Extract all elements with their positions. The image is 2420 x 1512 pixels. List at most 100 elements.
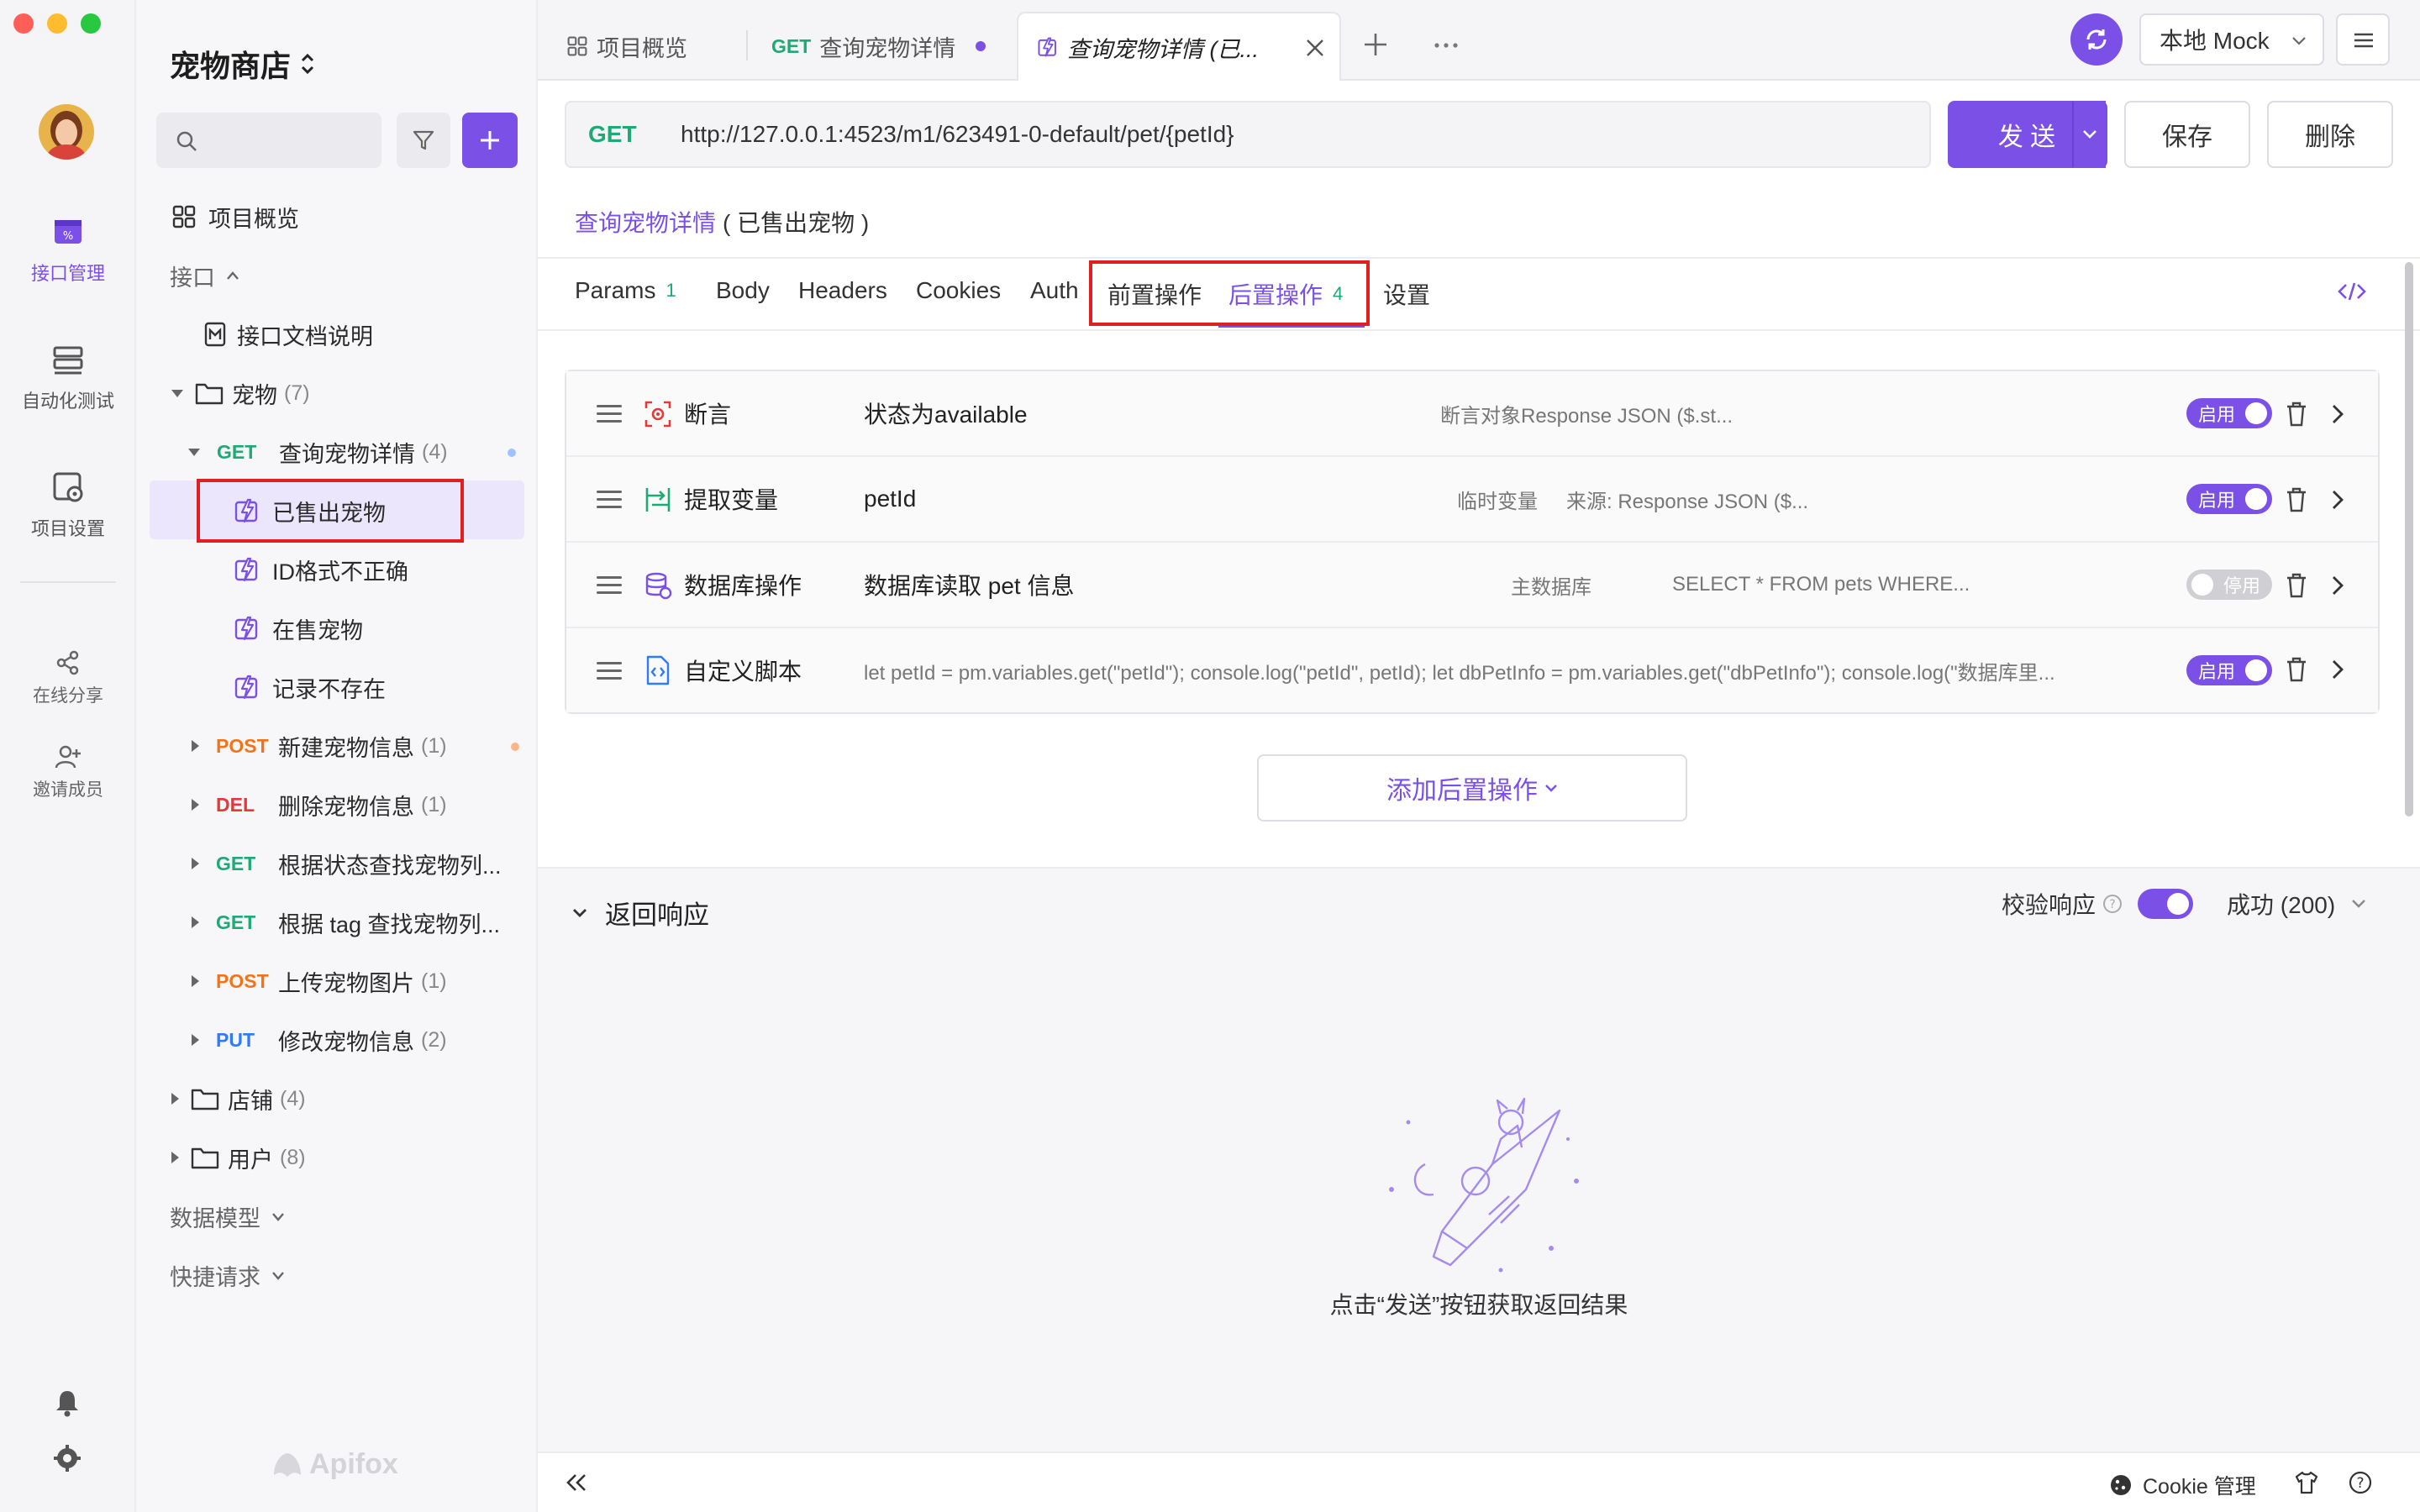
chevron-right-icon[interactable] xyxy=(2331,575,2344,596)
new-tab-plus-icon[interactable] xyxy=(1363,32,1388,57)
cookie-manager-button[interactable]: Cookie 管理 xyxy=(2109,1470,2256,1500)
sidebar-group-api[interactable]: 接口 xyxy=(170,249,240,302)
trash-icon[interactable] xyxy=(2286,402,2307,427)
help-icon[interactable]: ? xyxy=(2102,894,2123,914)
endpoint-label: 上传宠物图片 xyxy=(278,970,414,996)
sidebar-endpoint-find-by-tag[interactable]: GET 根据 tag 查找宠物列... xyxy=(192,895,500,949)
window-minimize-button[interactable] xyxy=(47,13,67,34)
folder-count: (4) xyxy=(280,1086,306,1110)
operation-row-custom-script[interactable]: 自定义脚本 let petId = pm.variables.get("petI… xyxy=(566,628,2378,712)
trash-icon[interactable] xyxy=(2286,487,2307,512)
save-button[interactable]: 保存 xyxy=(2124,101,2250,168)
add-button[interactable] xyxy=(462,113,518,168)
operation-row-database[interactable]: 数据库操作 数据库读取 pet 信息 主数据库 SELECT * FROM pe… xyxy=(566,543,2378,628)
sidebar-folder-pet[interactable]: 宠物 (7) xyxy=(171,366,310,420)
tab-project-overview[interactable]: 项目概览 xyxy=(548,12,706,81)
rail-item-online-share[interactable]: 在线分享 xyxy=(0,648,136,707)
sidebar-endpoint-get-pet[interactable]: GET 查询宠物详情 (4) xyxy=(188,425,524,479)
sync-button[interactable] xyxy=(2070,13,2123,66)
delete-button[interactable]: 删除 xyxy=(2267,101,2393,168)
close-icon[interactable] xyxy=(1304,37,1326,59)
window-zoom-button[interactable] xyxy=(81,13,101,34)
sidebar-endpoint-find-by-status[interactable]: GET 根据状态查找宠物列... xyxy=(192,837,502,890)
drag-handle-icon[interactable] xyxy=(597,571,622,599)
drag-handle-icon[interactable] xyxy=(597,657,622,685)
subtab-headers[interactable]: Headers xyxy=(798,277,887,304)
chevron-right-icon[interactable] xyxy=(2331,489,2344,511)
save-label: 保存 xyxy=(2162,123,2212,151)
subtab-cookies[interactable]: Cookies xyxy=(916,277,1001,304)
sidebar-case-not-exist[interactable]: 记录不存在 xyxy=(234,660,386,714)
tab-pet-case-active[interactable]: 查询宠物详情 (已... xyxy=(1017,12,1341,81)
response-status[interactable]: 成功 (200) xyxy=(2227,887,2335,921)
enable-toggle[interactable]: 启用 xyxy=(2186,484,2272,514)
code-icon[interactable] xyxy=(2338,281,2366,302)
vertical-scrollbar[interactable] xyxy=(2405,262,2413,816)
enable-toggle[interactable]: 启用 xyxy=(2186,655,2272,685)
sidebar-case-invalid-id[interactable]: ID格式不正确 xyxy=(234,543,408,596)
notification-bell-icon[interactable] xyxy=(52,1388,82,1418)
subtab-params[interactable]: Params 1 xyxy=(575,277,676,304)
svg-text:%: % xyxy=(63,230,73,243)
enable-toggle[interactable]: 停用 xyxy=(2186,570,2272,600)
endpoint-label: 修改宠物信息 xyxy=(278,1029,414,1055)
window-close-button[interactable] xyxy=(13,13,34,34)
chevron-right-icon[interactable] xyxy=(2331,659,2344,680)
rail-item-project-settings[interactable]: 项目设置 xyxy=(0,469,136,541)
request-url[interactable]: http://127.0.0.1:4523/m1/623491-0-defaul… xyxy=(681,121,1234,148)
request-url-bar[interactable]: GET http://127.0.0.1:4523/m1/623491-0-de… xyxy=(565,101,1931,168)
sidebar: 宠物商店 项目概览 接口 接口文档说明 宠物 (7) GET 查询宠物详情 (4… xyxy=(136,0,538,1512)
breadcrumb-endpoint-link[interactable]: 查询宠物详情 xyxy=(575,205,716,239)
settings-gear-icon[interactable] xyxy=(52,1443,82,1473)
sidebar-group-data-model[interactable]: 数据模型 xyxy=(170,1189,286,1243)
sidebar-endpoint-delete-pet[interactable]: DEL 删除宠物信息 (1) xyxy=(192,778,447,832)
environment-select[interactable]: 本地 Mock xyxy=(2139,13,2324,66)
project-switcher[interactable]: 宠物商店 xyxy=(170,42,316,86)
sidebar-folder-shop[interactable]: 店铺 (4) xyxy=(171,1072,306,1126)
main-menu-button[interactable] xyxy=(2336,13,2390,66)
sidebar-item-api-doc[interactable]: 接口文档说明 xyxy=(203,307,373,361)
chevron-down-icon[interactable] xyxy=(2350,898,2367,910)
filter-button[interactable] xyxy=(397,113,450,168)
rail-label: 接口管理 xyxy=(30,263,105,284)
more-tabs-icon[interactable] xyxy=(1434,42,1459,49)
operation-type: 断言 xyxy=(684,402,732,428)
chevron-right-icon[interactable] xyxy=(2331,403,2344,425)
shirt-theme-icon[interactable] xyxy=(2294,1470,2319,1495)
trash-icon[interactable] xyxy=(2286,573,2307,598)
plus-icon xyxy=(477,128,502,153)
drag-handle-icon[interactable] xyxy=(597,486,622,513)
sidebar-endpoint-post-pet[interactable]: POST 新建宠物信息 (1) xyxy=(192,719,524,773)
sidebar-endpoint-update-pet[interactable]: PUT 修改宠物信息 (2) xyxy=(192,1013,447,1067)
rail-item-automation[interactable]: 自动化测试 xyxy=(0,341,136,413)
search-input[interactable] xyxy=(156,113,381,168)
response-header-toggle[interactable]: 返回响应 xyxy=(571,894,709,932)
collapse-sidebar-icon[interactable] xyxy=(565,1472,588,1494)
enable-toggle[interactable]: 启用 xyxy=(2186,398,2272,428)
operation-row-extract-variable[interactable]: 提取变量 petId 临时变量 来源: Response JSON ($... … xyxy=(566,457,2378,543)
sidebar-item-overview[interactable]: 项目概览 xyxy=(171,190,299,244)
request-method[interactable]: GET xyxy=(588,121,681,148)
send-options-button[interactable] xyxy=(2072,101,2107,168)
chevron-up-icon xyxy=(225,270,240,281)
add-post-operation-button[interactable]: 添加后置操作 xyxy=(1257,754,1687,822)
validate-toggle[interactable] xyxy=(2138,889,2194,919)
sidebar-group-label: 快捷请求 xyxy=(170,1264,260,1290)
sidebar-case-on-sale[interactable]: 在售宠物 xyxy=(234,601,363,655)
drag-handle-icon[interactable] xyxy=(597,400,622,428)
subtab-auth[interactable]: Auth xyxy=(1030,277,1079,304)
help-circle-icon[interactable]: ? xyxy=(2348,1470,2373,1495)
sidebar-group-quick-request[interactable]: 快捷请求 xyxy=(170,1248,286,1302)
sidebar-folder-user[interactable]: 用户 (8) xyxy=(171,1131,306,1184)
subtab-body[interactable]: Body xyxy=(716,277,770,304)
caret-right-icon xyxy=(192,1034,199,1046)
sidebar-endpoint-upload-image[interactable]: POST 上传宠物图片 (1) xyxy=(192,954,447,1008)
avatar[interactable] xyxy=(39,104,94,160)
tab-label: 查询宠物详情 xyxy=(819,35,956,61)
subtab-settings[interactable]: 设置 xyxy=(1383,277,1430,311)
unsaved-dot xyxy=(508,449,516,457)
rail-item-invite-member[interactable]: 邀请成员 xyxy=(0,743,136,801)
trash-icon[interactable] xyxy=(2286,657,2307,682)
operation-row-assertion[interactable]: 断言 状态为available 断言对象Response JSON ($.st.… xyxy=(566,371,2378,457)
rail-item-api-management[interactable]: % 接口管理 xyxy=(0,213,136,286)
